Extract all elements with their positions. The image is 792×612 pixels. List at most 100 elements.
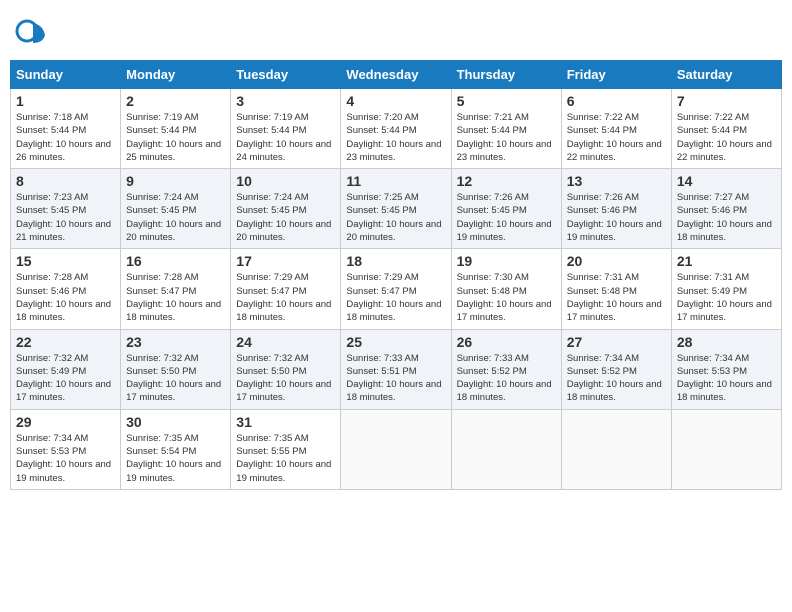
day-number: 22 <box>16 334 115 350</box>
day-info: Sunrise: 7:35 AMSunset: 5:54 PMDaylight:… <box>126 432 225 485</box>
day-number: 7 <box>677 93 776 109</box>
day-number: 9 <box>126 173 225 189</box>
day-number: 13 <box>567 173 666 189</box>
calendar-cell: 2 Sunrise: 7:19 AMSunset: 5:44 PMDaylight… <box>121 89 231 169</box>
calendar-cell: 12 Sunrise: 7:26 AMSunset: 5:45 PMDayligh… <box>451 169 561 249</box>
day-info: Sunrise: 7:18 AMSunset: 5:44 PMDaylight:… <box>16 111 115 164</box>
day-info: Sunrise: 7:28 AMSunset: 5:46 PMDaylight:… <box>16 271 115 324</box>
calendar-cell: 20Sunrise: 7:31 AMSunset: 5:48 PMDayligh… <box>561 249 671 329</box>
calendar-cell <box>451 409 561 489</box>
day-number: 18 <box>346 253 445 269</box>
day-number: 11 <box>346 173 445 189</box>
calendar-cell: 14 Sunrise: 7:27 AMSunset: 5:46 PMDayligh… <box>671 169 781 249</box>
day-number: 29 <box>16 414 115 430</box>
day-number: 17 <box>236 253 335 269</box>
calendar-cell: 23 Sunrise: 7:32 AMSunset: 5:50 PMDayligh… <box>121 329 231 409</box>
day-info: Sunrise: 7:20 AMSunset: 5:44 PMDaylight:… <box>346 111 445 164</box>
day-number: 8 <box>16 173 115 189</box>
logo <box>15 15 50 47</box>
day-info: Sunrise: 7:24 AMSunset: 5:45 PMDaylight:… <box>236 191 335 244</box>
day-number: 10 <box>236 173 335 189</box>
day-info: Sunrise: 7:26 AMSunset: 5:45 PMDaylight:… <box>457 191 556 244</box>
calendar-cell: 17 Sunrise: 7:29 AMSunset: 5:47 PMDayligh… <box>231 249 341 329</box>
day-number: 4 <box>346 93 445 109</box>
day-number: 25 <box>346 334 445 350</box>
day-info: Sunrise: 7:28 AMSunset: 5:47 PMDaylight:… <box>126 271 225 324</box>
day-info: Sunrise: 7:33 AMSunset: 5:52 PMDaylight:… <box>457 352 556 405</box>
day-info: Sunrise: 7:29 AMSunset: 5:47 PMDaylight:… <box>236 271 335 324</box>
weekday-header-sunday: Sunday <box>11 61 121 89</box>
day-info: Sunrise: 7:32 AMSunset: 5:49 PMDaylight:… <box>16 352 115 405</box>
calendar-cell: 4 Sunrise: 7:20 AMSunset: 5:44 PMDaylight… <box>341 89 451 169</box>
day-number: 31 <box>236 414 335 430</box>
calendar-cell: 29 Sunrise: 7:34 AMSunset: 5:53 PMDayligh… <box>11 409 121 489</box>
day-info: Sunrise: 7:21 AMSunset: 5:44 PMDaylight:… <box>457 111 556 164</box>
day-number: 23 <box>126 334 225 350</box>
day-number: 30 <box>126 414 225 430</box>
day-info: Sunrise: 7:24 AMSunset: 5:45 PMDaylight:… <box>126 191 225 244</box>
page-header <box>10 10 782 52</box>
calendar-cell: 6 Sunrise: 7:22 AMSunset: 5:44 PMDaylight… <box>561 89 671 169</box>
calendar-cell: 19 Sunrise: 7:30 AMSunset: 5:48 PMDayligh… <box>451 249 561 329</box>
calendar-cell: 13Sunrise: 7:26 AMSunset: 5:46 PMDayligh… <box>561 169 671 249</box>
day-number: 15 <box>16 253 115 269</box>
day-number: 26 <box>457 334 556 350</box>
calendar-table: SundayMondayTuesdayWednesdayThursdayFrid… <box>10 60 782 490</box>
calendar-cell: 1Sunrise: 7:18 AMSunset: 5:44 PMDaylight… <box>11 89 121 169</box>
calendar-cell: 30 Sunrise: 7:35 AMSunset: 5:54 PMDayligh… <box>121 409 231 489</box>
weekday-header-thursday: Thursday <box>451 61 561 89</box>
day-info: Sunrise: 7:33 AMSunset: 5:51 PMDaylight:… <box>346 352 445 405</box>
day-number: 3 <box>236 93 335 109</box>
day-info: Sunrise: 7:30 AMSunset: 5:48 PMDaylight:… <box>457 271 556 324</box>
day-info: Sunrise: 7:27 AMSunset: 5:46 PMDaylight:… <box>677 191 776 244</box>
day-number: 5 <box>457 93 556 109</box>
weekday-header-monday: Monday <box>121 61 231 89</box>
day-info: Sunrise: 7:32 AMSunset: 5:50 PMDaylight:… <box>126 352 225 405</box>
day-number: 19 <box>457 253 556 269</box>
day-number: 16 <box>126 253 225 269</box>
calendar-cell: 15 Sunrise: 7:28 AMSunset: 5:46 PMDayligh… <box>11 249 121 329</box>
calendar-cell <box>341 409 451 489</box>
calendar-cell: 27Sunrise: 7:34 AMSunset: 5:52 PMDayligh… <box>561 329 671 409</box>
day-number: 28 <box>677 334 776 350</box>
calendar-cell: 28 Sunrise: 7:34 AMSunset: 5:53 PMDayligh… <box>671 329 781 409</box>
calendar-cell: 10 Sunrise: 7:24 AMSunset: 5:45 PMDayligh… <box>231 169 341 249</box>
day-info: Sunrise: 7:31 AMSunset: 5:49 PMDaylight:… <box>677 271 776 324</box>
calendar-cell: 25 Sunrise: 7:33 AMSunset: 5:51 PMDayligh… <box>341 329 451 409</box>
calendar-cell: 8 Sunrise: 7:23 AMSunset: 5:45 PMDaylight… <box>11 169 121 249</box>
calendar-cell: 18Sunrise: 7:29 AMSunset: 5:47 PMDayligh… <box>341 249 451 329</box>
calendar-cell: 21 Sunrise: 7:31 AMSunset: 5:49 PMDayligh… <box>671 249 781 329</box>
calendar-cell: 3 Sunrise: 7:19 AMSunset: 5:44 PMDaylight… <box>231 89 341 169</box>
day-info: Sunrise: 7:31 AMSunset: 5:48 PMDaylight:… <box>567 271 666 324</box>
day-info: Sunrise: 7:34 AMSunset: 5:53 PMDaylight:… <box>677 352 776 405</box>
day-info: Sunrise: 7:34 AMSunset: 5:53 PMDaylight:… <box>16 432 115 485</box>
calendar-cell: 16 Sunrise: 7:28 AMSunset: 5:47 PMDayligh… <box>121 249 231 329</box>
day-info: Sunrise: 7:22 AMSunset: 5:44 PMDaylight:… <box>567 111 666 164</box>
calendar-week-row: 15 Sunrise: 7:28 AMSunset: 5:46 PMDayligh… <box>11 249 782 329</box>
day-info: Sunrise: 7:35 AMSunset: 5:55 PMDaylight:… <box>236 432 335 485</box>
weekday-header-tuesday: Tuesday <box>231 61 341 89</box>
calendar-week-row: 8 Sunrise: 7:23 AMSunset: 5:45 PMDaylight… <box>11 169 782 249</box>
day-number: 12 <box>457 173 556 189</box>
calendar-cell: 9 Sunrise: 7:24 AMSunset: 5:45 PMDaylight… <box>121 169 231 249</box>
calendar-cell: 5 Sunrise: 7:21 AMSunset: 5:44 PMDaylight… <box>451 89 561 169</box>
day-info: Sunrise: 7:25 AMSunset: 5:45 PMDaylight:… <box>346 191 445 244</box>
weekday-header-saturday: Saturday <box>671 61 781 89</box>
calendar-cell <box>561 409 671 489</box>
day-info: Sunrise: 7:19 AMSunset: 5:44 PMDaylight:… <box>236 111 335 164</box>
day-number: 27 <box>567 334 666 350</box>
day-info: Sunrise: 7:19 AMSunset: 5:44 PMDaylight:… <box>126 111 225 164</box>
day-number: 14 <box>677 173 776 189</box>
day-info: Sunrise: 7:23 AMSunset: 5:45 PMDaylight:… <box>16 191 115 244</box>
day-number: 6 <box>567 93 666 109</box>
weekday-header-wednesday: Wednesday <box>341 61 451 89</box>
day-number: 2 <box>126 93 225 109</box>
day-info: Sunrise: 7:32 AMSunset: 5:50 PMDaylight:… <box>236 352 335 405</box>
weekday-header-friday: Friday <box>561 61 671 89</box>
calendar-cell: 31 Sunrise: 7:35 AMSunset: 5:55 PMDayligh… <box>231 409 341 489</box>
logo-icon <box>15 15 47 47</box>
calendar-cell <box>671 409 781 489</box>
calendar-cell: 26 Sunrise: 7:33 AMSunset: 5:52 PMDayligh… <box>451 329 561 409</box>
day-number: 21 <box>677 253 776 269</box>
calendar-cell: 24Sunrise: 7:32 AMSunset: 5:50 PMDayligh… <box>231 329 341 409</box>
